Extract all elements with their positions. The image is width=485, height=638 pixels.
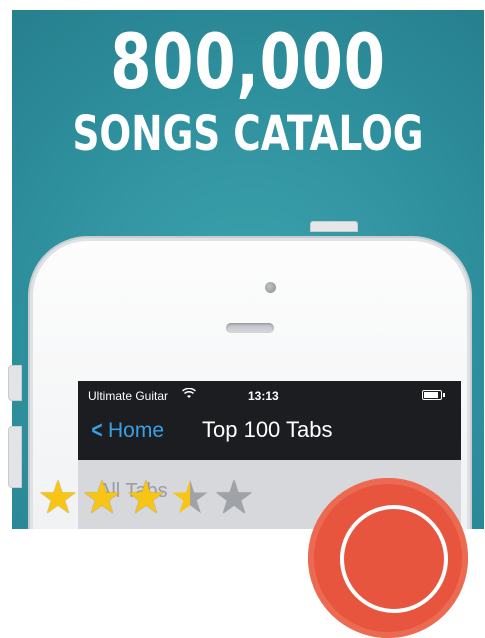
back-button[interactable]: < Home <box>90 417 164 445</box>
nav-bar: < Home Top 100 Tabs <box>78 407 461 455</box>
star-icon: ★ <box>169 470 211 524</box>
camera-icon <box>265 282 276 293</box>
speaker-grille <box>226 323 274 333</box>
status-time: 13:13 <box>248 389 279 403</box>
star-icon: ★ <box>81 470 123 524</box>
phone-volume-button <box>8 426 22 488</box>
wifi-icon <box>181 387 197 402</box>
nav-title: Top 100 Tabs <box>202 417 333 442</box>
promo-banner: 800,000 SONGS CATALOG Ultimate Guitar 13… <box>12 10 484 529</box>
headline-subtitle: SONGS CATALOG <box>72 106 424 162</box>
promo-badge-ring <box>340 505 448 613</box>
star-icon: ★ <box>37 470 79 524</box>
headline-count: 800,000 <box>110 17 386 106</box>
phone-volume-button <box>8 365 22 401</box>
phone-power-button <box>310 221 358 232</box>
star-rating: ★ ★ ★ ★ ★ <box>36 474 256 520</box>
chevron-left-icon: < <box>91 417 103 444</box>
carrier-name: Ultimate Guitar <box>88 389 169 403</box>
battery-icon <box>422 390 445 400</box>
back-label: Home <box>108 419 165 442</box>
star-icon: ★ <box>213 470 255 524</box>
status-bar: Ultimate Guitar 13:13 <box>78 381 461 407</box>
star-icon: ★ <box>125 470 167 524</box>
